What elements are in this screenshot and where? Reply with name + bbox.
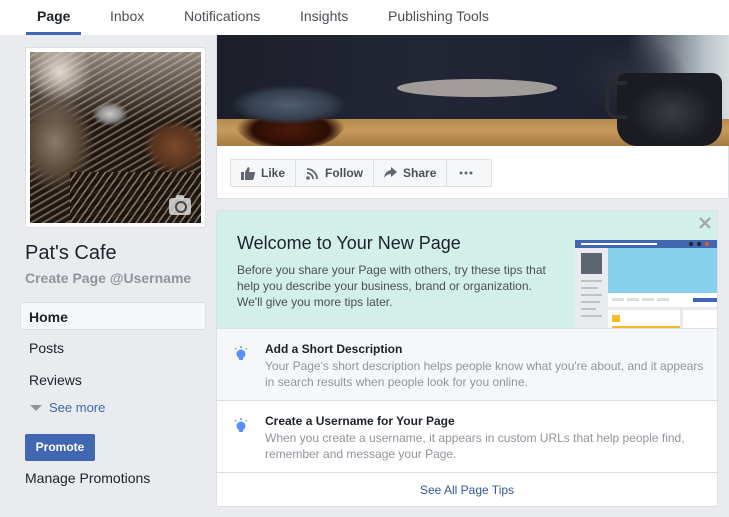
more-button[interactable] [447,160,491,186]
welcome-hero: Welcome to Your New Page Before you shar… [217,211,717,328]
page-name: Pat's Cafe [25,242,117,264]
see-more-link[interactable]: See more [30,400,105,415]
share-arrow-icon [384,167,398,178]
photo-detail [30,52,201,122]
follow-button[interactable]: Follow [296,160,375,186]
tip-create-username[interactable]: Create a Username for Your Page When you… [217,400,717,472]
sidebar-item-home[interactable]: Home [20,302,206,330]
caret-down-icon [30,404,42,411]
manage-promotions-link[interactable]: Manage Promotions [25,470,150,486]
like-button[interactable]: Like [231,160,297,186]
cover-card: Like Follow Share [216,35,729,199]
page-top-nav: Page Inbox Notifications Insights Publis… [0,0,729,35]
page-action-bar: Like Follow Share [230,159,493,187]
welcome-title: Welcome to Your New Page [237,233,461,253]
photo-detail [605,73,722,146]
welcome-text: Before you share your Page with others, … [237,263,546,309]
tip-text: When you create a username, it appears i… [265,431,685,461]
lightbulb-icon [235,418,247,432]
tip-short-description[interactable]: Add a Short Description Your Page's shor… [217,328,717,400]
lightbulb-icon [235,346,247,360]
share-label: Share [403,166,437,180]
profile-picture[interactable] [25,47,206,228]
like-label: Like [261,166,286,180]
see-all-page-tips-link[interactable]: See All Page Tips [217,472,717,506]
tip-title: Create a Username for Your Page [265,414,455,428]
tab-insights[interactable]: Insights [300,0,348,35]
tab-notifications[interactable]: Notifications [184,0,260,35]
tab-page[interactable]: Page [25,0,83,35]
more-dots-icon [459,171,473,175]
photo-detail [397,79,557,97]
close-icon[interactable] [698,216,712,230]
photo-detail [229,35,351,146]
sidebar-item-reviews[interactable]: Reviews [20,366,206,394]
tip-text: Your Page's short description helps peop… [265,359,704,389]
cover-photo[interactable] [217,35,729,146]
thumbs-up-icon [241,166,255,180]
tab-publishing-tools[interactable]: Publishing Tools [388,0,489,35]
tip-title: Add a Short Description [265,342,403,356]
tab-inbox[interactable]: Inbox [110,0,144,35]
camera-icon[interactable] [169,195,191,215]
create-username-link[interactable]: Create Page @Username [25,270,191,286]
promote-button[interactable]: Promote [25,434,95,461]
follow-label: Follow [325,166,364,180]
rss-icon [306,167,318,180]
profile-photo [30,52,201,223]
welcome-card: Welcome to Your New Page Before you shar… [216,210,718,507]
sidebar-item-posts[interactable]: Posts [20,334,206,362]
page-illustration [575,240,717,328]
share-button[interactable]: Share [374,160,448,186]
see-more-label: See more [49,400,106,415]
